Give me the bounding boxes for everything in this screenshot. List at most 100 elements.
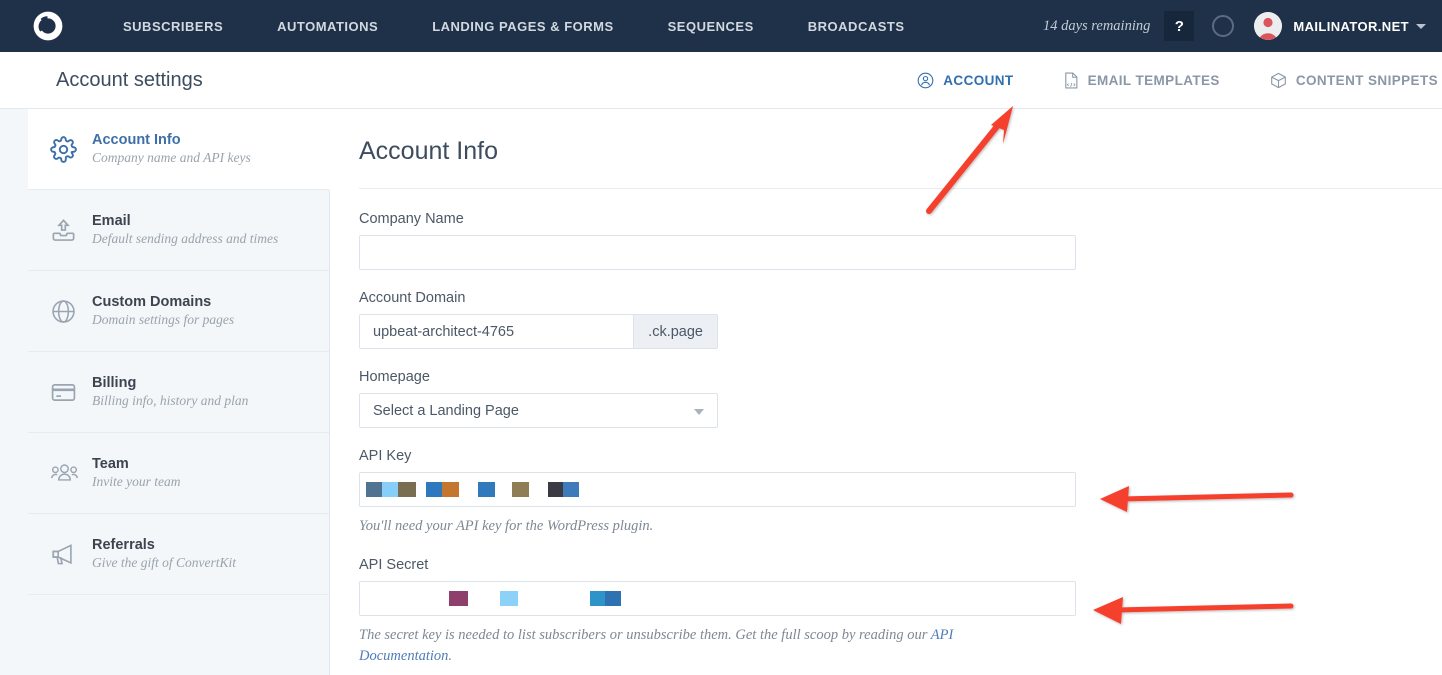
- top-navigation-bar: SUBSCRIBERS AUTOMATIONS LANDING PAGES & …: [0, 0, 1442, 52]
- api-key-label: API Key: [359, 448, 412, 464]
- redacted-block: [398, 482, 416, 497]
- sidebar-item-team-title: Team: [92, 456, 129, 472]
- redacted-block: [500, 591, 518, 607]
- api-secret-helper-text: The secret key is needed to list subscri…: [359, 625, 999, 667]
- page-title: Account settings: [56, 68, 203, 91]
- account-domain-suffix: .ck.page: [633, 314, 718, 349]
- api-secret-label: API Secret: [359, 557, 429, 574]
- outbox-upload-icon: [50, 217, 92, 244]
- api-key-input[interactable]: [359, 472, 1076, 507]
- tab-email-templates[interactable]: EMAIL TEMPLATES: [1064, 72, 1220, 89]
- sidebar-item-email-text: Email Default sending address and times: [92, 213, 278, 247]
- sidebar-item-email-subtitle: Default sending address and times: [92, 231, 279, 246]
- convertkit-logo-icon: [33, 11, 63, 41]
- page-body: Account Info Company name and API keys E…: [0, 109, 1442, 675]
- user-circle-icon: [917, 72, 934, 88]
- nav-sequences[interactable]: SEQUENCES: [641, 19, 781, 34]
- nav-subscribers[interactable]: SUBSCRIBERS: [96, 19, 250, 34]
- tab-content-snippets-label: CONTENT SNIPPETS: [1295, 72, 1438, 88]
- sidebar-item-team-subtitle: Invite your team: [92, 474, 181, 489]
- sidebar-item-referrals-subtitle: Give the gift of ConvertKit: [92, 555, 236, 570]
- account-name-label[interactable]: MAILINATOR.NET: [1293, 19, 1409, 34]
- redacted-block: [563, 482, 579, 497]
- document-code-icon: [1064, 72, 1077, 88]
- sidebar-item-account-info-title: Account Info: [92, 132, 181, 148]
- tab-content-snippets[interactable]: CONTENT SNIPPETS: [1270, 72, 1442, 89]
- redacted-block: [590, 591, 605, 607]
- sidebar-item-billing-title: Billing: [92, 375, 137, 391]
- top-nav-links: SUBSCRIBERS AUTOMATIONS LANDING PAGES & …: [96, 19, 932, 34]
- nav-broadcasts[interactable]: BROADCASTS: [781, 19, 932, 34]
- sub-header: Account settings ACCOUNT EMAIL TEMPLATES: [0, 52, 1442, 109]
- sidebar-item-billing-subtitle: Billing info, history and plan: [92, 393, 249, 408]
- avatar[interactable]: [1254, 12, 1283, 40]
- account-domain-label: Account Domain: [359, 290, 466, 306]
- main-heading: Account Info: [359, 137, 498, 165]
- redacted-block: [605, 591, 621, 607]
- api-secret-input[interactable]: [359, 581, 1076, 617]
- redacted-block: [426, 482, 442, 497]
- sidebar-item-referrals-text: Referrals Give the gift of ConvertKit: [92, 537, 236, 571]
- main-content: Account Info Company Name Account Domain…: [330, 109, 1442, 675]
- api-key-field-block: API Key You'll need your API key for the…: [359, 448, 1442, 537]
- cube-icon: [1270, 72, 1286, 88]
- sidebar-item-account-info[interactable]: Account Info Company name and API keys: [28, 109, 330, 190]
- trial-status-text: 14 days remaining: [1042, 17, 1151, 34]
- company-name-field-block: Company Name: [359, 211, 1442, 270]
- settings-tabs: ACCOUNT EMAIL TEMPLATES CONTENT SNIPPETS: [867, 72, 1442, 89]
- sidebar-item-referrals[interactable]: Referrals Give the gift of ConvertKit: [28, 514, 329, 595]
- homepage-label: Homepage: [359, 369, 430, 385]
- sidebar-item-custom-domains[interactable]: Custom Domains Domain settings for pages: [28, 271, 329, 352]
- homepage-select-value: Select a Landing Page: [373, 402, 519, 419]
- convertkit-logo-wrap[interactable]: [0, 9, 96, 43]
- sidebar-item-account-info-text: Account Info Company name and API keys: [92, 132, 251, 166]
- sidebar-item-email-title: Email: [92, 213, 131, 229]
- notifications-ring-icon[interactable]: [1212, 15, 1235, 37]
- redacted-block: [442, 482, 459, 497]
- nav-landing-pages-forms[interactable]: LANDING PAGES & FORMS: [405, 19, 640, 34]
- sidebar-item-custom-domains-title: Custom Domains: [92, 294, 212, 310]
- nav-automations[interactable]: AUTOMATIONS: [250, 19, 405, 34]
- sidebar-item-billing-text: Billing Billing info, history and plan: [92, 375, 248, 409]
- tab-account-label: ACCOUNT: [943, 72, 1014, 88]
- redacted-block: [478, 482, 495, 497]
- redacted-block: [366, 482, 382, 497]
- tab-email-templates-label: EMAIL TEMPLATES: [1087, 72, 1220, 88]
- account-domain-row: .ck.page: [359, 314, 718, 349]
- credit-card-icon: [50, 379, 92, 406]
- chevron-down-icon[interactable]: [1416, 23, 1426, 29]
- sidebar-item-billing[interactable]: Billing Billing info, history and plan: [28, 352, 329, 433]
- sidebar-item-referrals-title: Referrals: [92, 537, 155, 553]
- sidebar-item-team[interactable]: Team Invite your team: [28, 433, 329, 514]
- company-name-label: Company Name: [359, 211, 464, 227]
- people-group-icon: [50, 460, 92, 487]
- sidebar-item-account-info-subtitle: Company name and API keys: [92, 150, 251, 165]
- api-secret-helper-text-part2: .: [448, 648, 453, 665]
- sidebar-item-team-text: Team Invite your team: [92, 456, 180, 490]
- help-button[interactable]: ?: [1164, 11, 1195, 41]
- sidebar-filler: [28, 595, 329, 675]
- globe-icon: [50, 298, 92, 325]
- avatar-person-icon: [1254, 12, 1283, 40]
- account-domain-input[interactable]: [359, 314, 634, 349]
- heading-divider: [359, 188, 1442, 189]
- homepage-field-block: Homepage Select a Landing Page: [359, 369, 1442, 428]
- sidebar-item-custom-domains-text: Custom Domains Domain settings for pages: [92, 294, 234, 328]
- sidebar-item-email[interactable]: Email Default sending address and times: [28, 190, 329, 271]
- chevron-down-icon: [694, 409, 704, 415]
- top-nav-right-group: 14 days remaining ? MAILINATOR.NET: [1043, 11, 1442, 41]
- redacted-block: [548, 482, 563, 497]
- redacted-block: [382, 482, 398, 497]
- sidebar-item-custom-domains-subtitle: Domain settings for pages: [92, 312, 235, 327]
- gear-icon: [50, 135, 92, 163]
- api-secret-field-block: API Secret The secret key is needed to l…: [359, 557, 1442, 667]
- megaphone-icon: [50, 541, 92, 568]
- tab-account[interactable]: ACCOUNT: [917, 72, 1013, 89]
- account-domain-field-block: Account Domain .ck.page: [359, 290, 1442, 349]
- redacted-block: [449, 591, 468, 607]
- settings-sidebar: Account Info Company name and API keys E…: [0, 109, 330, 675]
- redacted-block: [512, 482, 529, 497]
- company-name-input[interactable]: [359, 235, 1076, 270]
- homepage-select[interactable]: Select a Landing Page: [359, 393, 718, 428]
- api-key-helper-text: You'll need your API key for the WordPre…: [359, 518, 654, 534]
